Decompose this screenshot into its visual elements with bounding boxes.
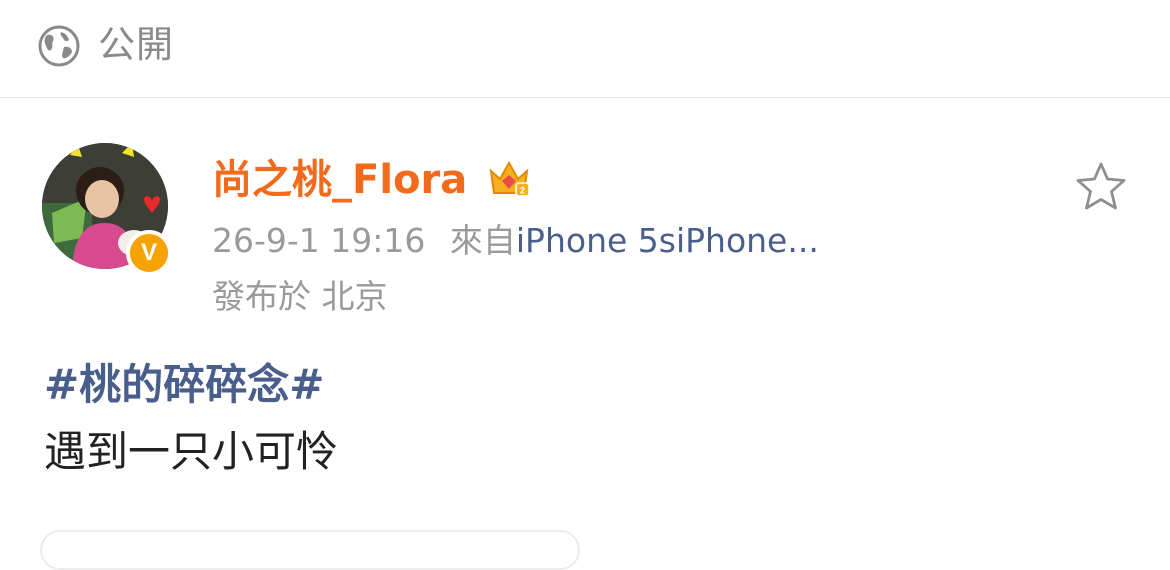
next-card-edge bbox=[40, 530, 580, 570]
verified-letter: V bbox=[140, 239, 157, 266]
hashtag-link[interactable]: #桃的碎碎念# bbox=[44, 358, 324, 412]
post-meta: 26-9-1 19:16 來自iPhone 5siPhone... bbox=[212, 219, 819, 263]
post-text: 遇到一只小可怜 bbox=[44, 427, 339, 476]
post-timestamp: 26-9-1 19:16 bbox=[212, 221, 426, 260]
visibility-label: 公開 bbox=[98, 23, 174, 66]
globe-icon bbox=[38, 25, 80, 67]
author-name[interactable]: 尚之桃_Flora bbox=[212, 155, 467, 205]
source-prefix: 來自 bbox=[449, 221, 516, 260]
verified-v-icon: V bbox=[126, 230, 172, 276]
post-location: 發布於 北京 bbox=[212, 277, 388, 316]
star-outline-icon[interactable] bbox=[1074, 160, 1128, 214]
crown-icon[interactable]: 2 bbox=[486, 155, 532, 201]
visibility-bar: 公開 bbox=[0, 0, 1170, 98]
svg-text:2: 2 bbox=[520, 186, 525, 196]
source-link[interactable]: iPhone 5siPhone... bbox=[516, 221, 819, 260]
